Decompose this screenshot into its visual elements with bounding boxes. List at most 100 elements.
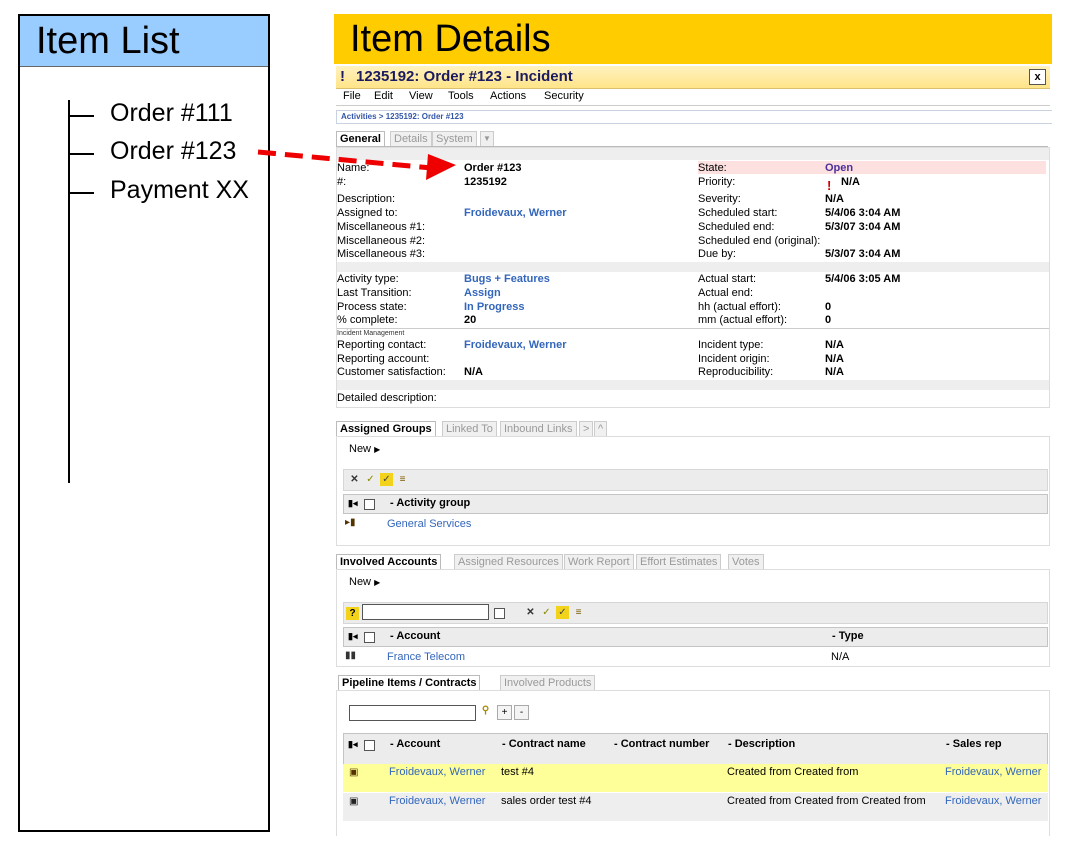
last-transition-link[interactable]: Assign [464, 287, 501, 299]
filter-check-icon[interactable]: ✓ [540, 606, 553, 619]
tab-assigned-resources[interactable]: Assigned Resources [454, 554, 563, 569]
pipeline-account-column-label: Account [396, 738, 441, 750]
breadcrumb[interactable]: Activities > 1235192: Order #123 [336, 110, 1052, 124]
tab-details[interactable]: Details [390, 131, 432, 146]
select-all-icon[interactable]: ✓ [556, 606, 569, 619]
menu-edit[interactable]: Edit [374, 90, 393, 102]
severity-value: N/A [825, 193, 844, 205]
select-all-checkbox[interactable] [364, 499, 375, 510]
remove-row-button[interactable]: - [514, 705, 529, 720]
add-row-button[interactable]: + [497, 705, 512, 720]
type-column-header[interactable]: - Type [832, 630, 864, 642]
filter-check-icon[interactable]: ✓ [364, 473, 377, 486]
menu-security[interactable]: Security [544, 90, 584, 102]
customer-satisfaction-label: Customer satisfaction: [337, 366, 446, 378]
tree-branch [68, 115, 94, 117]
accounts-search-input[interactable] [362, 604, 489, 620]
pipeline-row-sales-rep-link[interactable]: Froidevaux, Werner [945, 766, 1045, 779]
menu-tools[interactable]: Tools [448, 90, 474, 102]
pipeline-search-input[interactable] [349, 705, 476, 721]
name-label: Name: [337, 162, 370, 174]
account-column-header[interactable]: - Account [390, 630, 440, 642]
accounts-filter-checkbox[interactable] [494, 608, 505, 619]
select-all-checkbox[interactable] [364, 740, 375, 751]
pipeline-row-sales-rep-link[interactable]: Froidevaux, Werner [945, 795, 1045, 808]
section-stripe [337, 148, 1049, 160]
column-chooser-icon[interactable]: ▮◂ [348, 498, 357, 509]
pipeline-row-account-link[interactable]: Froidevaux, Werner [389, 766, 494, 779]
search-icon[interactable]: ⚲ [479, 704, 492, 717]
state-highlight [698, 161, 1046, 174]
description-column-header[interactable]: - Description [728, 738, 795, 750]
mm-effort-value: 0 [825, 314, 832, 326]
process-state-link[interactable]: In Progress [464, 301, 525, 313]
pipeline-row-contract-name: test #4 [501, 766, 535, 778]
tree-item-payment-xx[interactable]: Payment XX [110, 176, 249, 205]
activity-type-link[interactable]: Bugs + Features [464, 273, 550, 285]
contract-name-column-header[interactable]: - Contract name [502, 738, 586, 750]
number-label: #: [337, 176, 347, 188]
detailed-description-label: Detailed description: [337, 392, 437, 404]
select-all-checkbox[interactable] [364, 632, 375, 643]
tab-system[interactable]: System [432, 131, 477, 146]
assigned-to-label: Assigned to: [337, 207, 398, 219]
account-row-link[interactable]: France Telecom [387, 651, 465, 663]
tab-involved-products[interactable]: Involved Products [500, 675, 596, 690]
tab-involved-accounts[interactable]: Involved Accounts [336, 554, 442, 569]
menu-file[interactable]: File [343, 90, 361, 102]
tab-votes[interactable]: Votes [728, 554, 764, 569]
tab-next-button[interactable]: > [579, 421, 594, 436]
group-row-link[interactable]: General Services [387, 518, 471, 530]
incident-type-value: N/A [825, 339, 844, 351]
general-section: Name: Order #123 State: Open #: 1235192 … [336, 147, 1050, 408]
tab-assigned-groups[interactable]: Assigned Groups [336, 421, 436, 436]
select-all-icon[interactable]: ✓ [380, 473, 393, 486]
scheduled-start-value: 5/4/06 3:04 AM [825, 207, 901, 219]
close-button[interactable]: x [1029, 69, 1046, 85]
percent-complete-value: 20 [464, 314, 477, 326]
tabs-more-icon[interactable]: ▼ [480, 131, 494, 146]
pipeline-row-account-link[interactable]: Froidevaux, Werner [389, 795, 494, 808]
tab-effort-estimates[interactable]: Effort Estimates [636, 554, 722, 569]
incident-type-label: Incident type: [698, 339, 764, 351]
tab-inbound-links[interactable]: Inbound Links [500, 421, 577, 436]
delete-icon[interactable]: ✕ [524, 606, 537, 619]
reporting-contact-link[interactable]: Froidevaux, Werner [464, 339, 567, 351]
accounts-new-label: New [349, 576, 372, 588]
tree-item-order-123[interactable]: Order #123 [110, 137, 236, 166]
help-icon[interactable]: ? [346, 607, 359, 620]
tab-pipeline-items[interactable]: Pipeline Items / Contracts [338, 675, 481, 690]
item-details-title: Item Details [350, 18, 551, 60]
list-icon[interactable]: ≡ [572, 606, 585, 619]
last-transition-label: Last Transition: [337, 287, 412, 299]
tab-collapse-button[interactable]: ^ [594, 421, 608, 436]
assigned-to-link[interactable]: Froidevaux, Werner [464, 207, 567, 219]
column-chooser-icon[interactable]: ▮◂ [348, 739, 357, 750]
contract-number-column-header[interactable]: - Contract number [614, 738, 714, 750]
tree-connector [68, 100, 70, 483]
delete-icon[interactable]: ✕ [348, 473, 361, 486]
actual-end-label: Actual end: [698, 287, 754, 299]
menu-view[interactable]: View [409, 90, 433, 102]
column-chooser-icon[interactable]: ▮◂ [348, 631, 357, 642]
activity-group-column-header[interactable]: - Activity group [390, 497, 470, 509]
groups-new-button[interactable]: New ▶ [349, 443, 380, 455]
groups-grid-header: ▮◂ - Activity group [343, 494, 1048, 514]
incident-origin-value: N/A [825, 353, 844, 365]
pipeline-row[interactable]: ▣ Froidevaux, Werner sales order test #4… [343, 793, 1048, 821]
sort-icon: - [502, 738, 509, 750]
menu-actions[interactable]: Actions [490, 90, 526, 102]
tab-general[interactable]: General [336, 131, 385, 146]
pipeline-row[interactable]: ▣ Froidevaux, Werner test #4 Created fro… [343, 764, 1048, 792]
tab-work-report[interactable]: Work Report [564, 554, 634, 569]
pipeline-account-column-header[interactable]: - Account [390, 738, 440, 750]
process-state-label: Process state: [337, 301, 407, 313]
account-row-icon: ▮▮ [345, 650, 357, 661]
list-icon[interactable]: ≡ [396, 473, 409, 486]
tree-item-order-111[interactable]: Order #111 [110, 99, 233, 128]
reporting-contact-label: Reporting contact: [337, 339, 427, 351]
tab-linked-to[interactable]: Linked To [442, 421, 497, 436]
type-column-label: Type [838, 630, 864, 642]
sales-rep-column-header[interactable]: - Sales rep [946, 738, 1002, 750]
accounts-new-button[interactable]: New ▶ [349, 576, 380, 588]
